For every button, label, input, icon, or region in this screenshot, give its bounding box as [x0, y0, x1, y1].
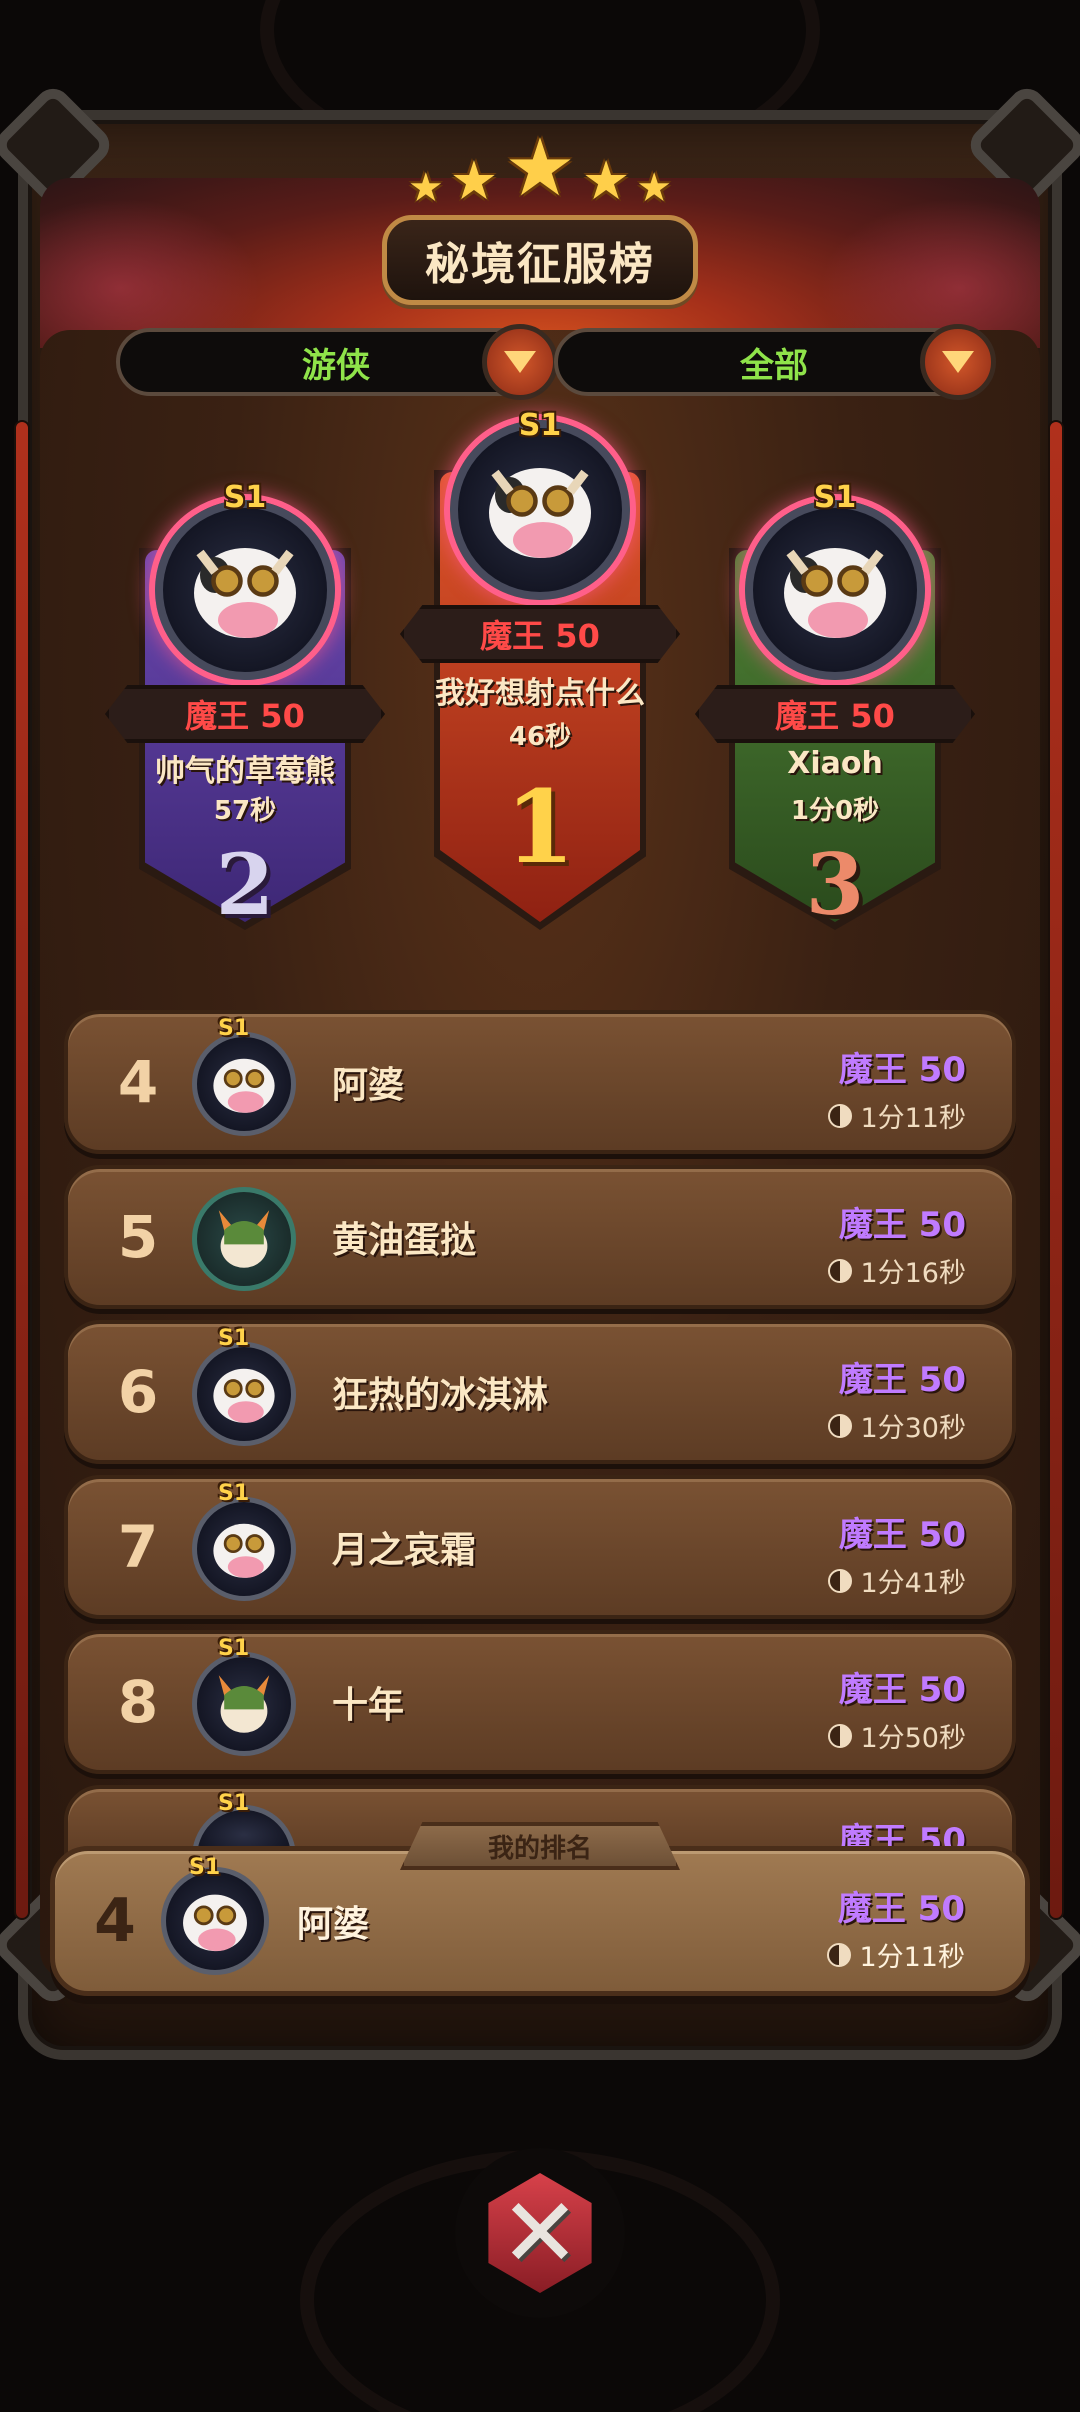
tier-tag: 魔王 50 — [695, 685, 975, 743]
list-item[interactable]: 6 S1 狂热的冰淇淋 魔王 50 1分30秒 — [64, 1320, 1016, 1464]
rank-number: 5 — [117, 1203, 159, 1271]
player-name: 阿婆 — [297, 1904, 370, 1945]
clear-time: 46秒 — [508, 722, 572, 752]
season-badge: S1 — [813, 480, 857, 515]
cow-avatar-icon — [192, 1032, 296, 1136]
tier-label: 魔王 50 — [838, 1360, 966, 1400]
cow-avatar-icon — [745, 500, 925, 680]
time-value: 1分50秒 — [860, 1723, 966, 1754]
star-icon: ★ — [636, 165, 673, 211]
list-item[interactable]: 8 S1 十年 魔王 50 1分50秒 — [64, 1630, 1016, 1774]
clear-time: 1分50秒 — [828, 1716, 966, 1755]
clear-time: 1分11秒 — [827, 1935, 965, 1974]
tier-label: 魔王 50 — [838, 1670, 966, 1710]
cow-avatar-icon — [155, 500, 335, 680]
time-value: 1分11秒 — [859, 1942, 965, 1973]
season-badge: S1 — [218, 1791, 250, 1816]
chevron-down-icon[interactable] — [920, 324, 996, 400]
tier-label: 魔王 50 — [837, 1889, 965, 1929]
time-value: 1分30秒 — [860, 1413, 966, 1444]
player-name: 黄油蛋挞 — [332, 1220, 477, 1261]
chevron-down-icon[interactable] — [482, 324, 558, 400]
clock-icon — [828, 1258, 853, 1283]
clock-icon — [828, 1413, 853, 1438]
player-name: 我好想射点什么 — [435, 676, 645, 711]
tier-label: 魔王 50 — [838, 1205, 966, 1245]
player-name: 帅气的草莓熊 — [155, 754, 335, 789]
time-value: 1分41秒 — [860, 1568, 966, 1599]
my-rank-label: 我的排名 — [400, 1822, 680, 1870]
star-icon: ★ — [449, 149, 499, 212]
star-icon: ★ — [504, 121, 576, 214]
clock-icon — [828, 1723, 853, 1748]
clock-icon — [828, 1103, 853, 1128]
player-name: 十年 — [332, 1685, 405, 1726]
right-rail — [1048, 420, 1064, 1920]
star-rating: ★ ★ ★ ★ ★ — [0, 121, 1080, 214]
cow-avatar-icon — [192, 1342, 296, 1446]
tier-label: 魔王 50 — [838, 1515, 966, 1555]
season-badge: S1 — [189, 1855, 221, 1880]
fox-avatar-icon — [192, 1187, 296, 1291]
page-title: 秘境征服榜 — [382, 215, 698, 305]
tier-tag: 魔王 50 — [105, 685, 385, 743]
rank-number: 8 — [117, 1668, 159, 1736]
left-rail — [14, 420, 30, 1920]
rank-number: 1 — [505, 768, 575, 886]
rank-number: 7 — [117, 1513, 159, 1581]
list-item[interactable]: 4 S1 阿婆 魔王 50 1分11秒 — [64, 1010, 1016, 1154]
class-filter-label: 游侠 — [302, 345, 370, 386]
star-icon: ★ — [407, 165, 444, 211]
clear-time: 1分0秒 — [790, 796, 880, 826]
cow-avatar-icon — [450, 420, 630, 600]
player-name: Xiaoh — [787, 746, 883, 781]
cow-avatar-icon — [161, 1867, 269, 1975]
scope-filter-label: 全部 — [740, 345, 808, 386]
clock-icon — [828, 1568, 853, 1593]
player-name: 月之哀霜 — [332, 1530, 477, 1571]
clear-time: 1分41秒 — [828, 1561, 966, 1600]
close-icon: ✕ — [488, 2173, 592, 2293]
season-badge: S1 — [223, 480, 267, 515]
time-value: 1分11秒 — [860, 1103, 966, 1134]
clear-time: 57秒 — [213, 796, 277, 826]
clear-time: 1分16秒 — [828, 1251, 966, 1290]
cow-avatar-icon — [192, 1497, 296, 1601]
scope-filter-dropdown[interactable]: 全部 — [554, 324, 996, 400]
rank-number: 3 — [805, 835, 865, 934]
close-button[interactable]: ✕ — [455, 2148, 625, 2318]
tier-label: 魔王 50 — [838, 1050, 966, 1090]
rank-number: 6 — [117, 1358, 159, 1426]
list-item[interactable]: 7 S1 月之哀霜 魔王 50 1分41秒 — [64, 1475, 1016, 1619]
list-item[interactable]: 5 黄油蛋挞 魔王 50 1分16秒 — [64, 1165, 1016, 1309]
class-filter-dropdown[interactable]: 游侠 — [116, 324, 558, 400]
season-badge: S1 — [218, 1326, 250, 1351]
tier-tag: 魔王 50 — [400, 605, 680, 663]
season-badge: S1 — [518, 408, 562, 443]
player-name: 狂热的冰淇淋 — [332, 1375, 549, 1416]
time-value: 1分16秒 — [860, 1258, 966, 1289]
clock-icon — [827, 1942, 852, 1967]
clear-time: 1分11秒 — [828, 1096, 966, 1135]
fox-avatar-icon — [192, 1652, 296, 1756]
rank-number: 4 — [94, 1886, 136, 1956]
player-name: 阿婆 — [332, 1065, 405, 1106]
rank-number: 2 — [215, 835, 275, 934]
season-badge: S1 — [218, 1016, 250, 1041]
clear-time: 1分30秒 — [828, 1406, 966, 1445]
season-badge: S1 — [218, 1481, 250, 1506]
season-badge: S1 — [218, 1636, 250, 1661]
rank-number: 4 — [117, 1048, 159, 1116]
star-icon: ★ — [581, 149, 631, 212]
